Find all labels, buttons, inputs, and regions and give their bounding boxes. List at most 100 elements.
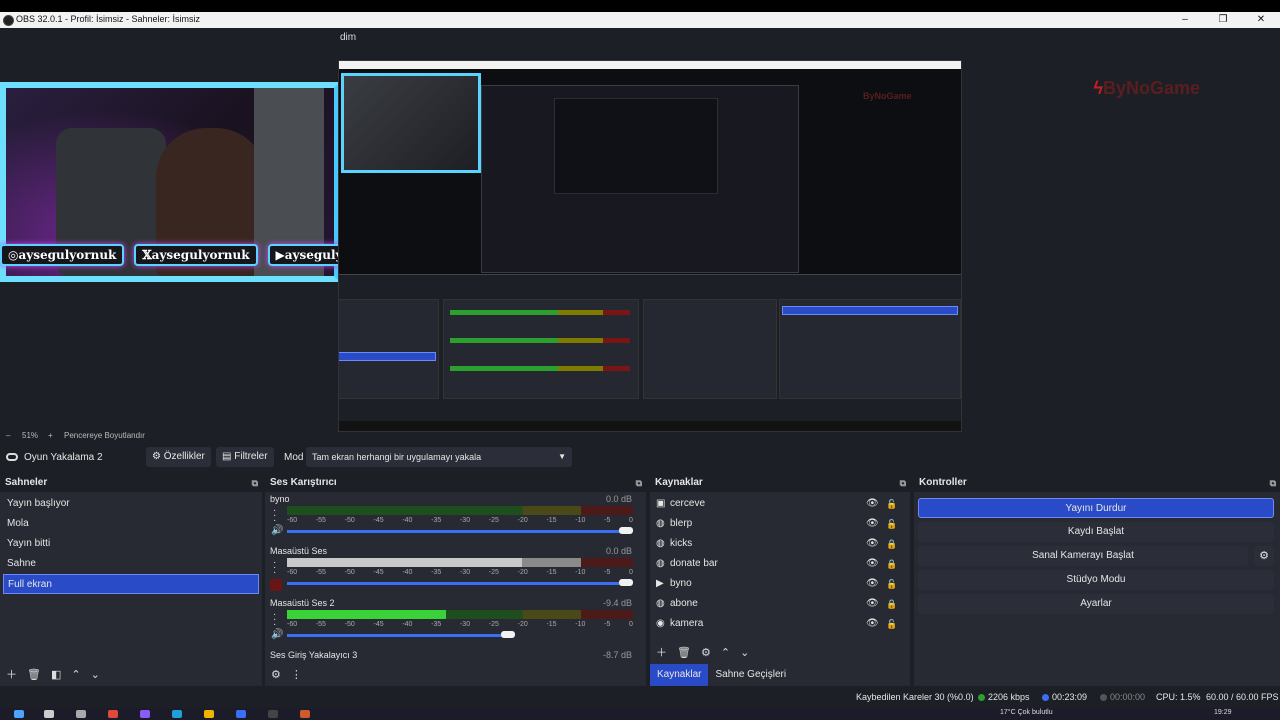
eye-icon[interactable]: 👁 [866, 574, 879, 594]
source-item[interactable]: ▶ byno 👁 🔓 [650, 574, 910, 594]
unlock-icon[interactable]: 🔓 [886, 514, 897, 534]
filters-button[interactable]: ▤ Filtreler [216, 447, 274, 467]
undock-icon[interactable]: ⧉ [252, 474, 258, 492]
settings-button[interactable]: Ayarlar [918, 594, 1274, 614]
channel-db: -8.7 dB [602, 650, 632, 660]
program-preview[interactable]: ◎aysegulyornuk 𝕏aysegulyornuk ▶aysegulyo… [0, 48, 1280, 432]
move-down-icon[interactable]: ⌄ [91, 668, 100, 681]
speaker-icon[interactable]: 🔊 [271, 629, 283, 640]
start-virtual-camera-button[interactable]: Sanal Kamerayı Başlat [918, 546, 1248, 566]
move-up-icon[interactable]: ⌃ [71, 668, 80, 681]
stop-stream-button[interactable]: Yayını Durdur [918, 498, 1274, 518]
unlock-icon[interactable]: 🔓 [886, 494, 897, 514]
source-label: byno [670, 578, 692, 589]
muted-speaker-icon[interactable] [270, 579, 282, 591]
unlock-icon[interactable]: 🔓 [886, 614, 897, 634]
eye-icon[interactable]: 👁 [866, 614, 879, 634]
filter-icon[interactable]: ◧ [51, 668, 61, 681]
minimize-button[interactable]: – [1166, 12, 1204, 28]
eye-icon[interactable]: 👁 [866, 534, 879, 554]
menu-bar: dim [0, 28, 1280, 48]
move-up-icon[interactable]: ⌃ [721, 646, 730, 659]
source-item[interactable]: ◍ blerp 👁 🔓 [650, 514, 910, 534]
nested-controls [779, 299, 961, 399]
scene-item[interactable]: Yayın bitti [0, 534, 262, 554]
volume-slider-handle[interactable] [619, 527, 633, 534]
obs-taskbar-icon[interactable] [268, 710, 278, 718]
eye-icon[interactable]: 👁 [866, 554, 879, 574]
menu-help-remnant[interactable]: dim [340, 32, 356, 43]
clock[interactable]: 19:29 [1214, 709, 1232, 716]
undock-icon[interactable]: ⧉ [900, 474, 906, 492]
lock-icon[interactable]: 🔒 [886, 594, 897, 614]
trash-icon[interactable]: 🗑 [677, 646, 691, 659]
scale-tick: -5 [604, 569, 611, 576]
volume-slider[interactable] [287, 634, 507, 637]
youtube-icon: ▶ [275, 248, 285, 262]
virtual-camera-settings-icon[interactable]: ⚙ [1254, 546, 1274, 566]
channel-name: Masaüstü Ses 2 [270, 598, 335, 608]
source-item[interactable]: ◉ kamera 👁 🔓 [650, 614, 910, 634]
gear-icon[interactable]: ⚙ [701, 646, 711, 659]
more-options-icon[interactable]: ⋮ [291, 668, 302, 681]
add-icon[interactable]: ＋ [6, 666, 17, 682]
studio-mode-button[interactable]: Stüdyo Modu [918, 570, 1274, 590]
store-icon[interactable] [236, 710, 246, 718]
volume-slider-handle[interactable] [501, 631, 515, 638]
channel-menu-icon[interactable]: · · · [273, 610, 276, 630]
chrome-icon[interactable] [108, 710, 118, 718]
tab-sources[interactable]: Kaynaklar [650, 664, 709, 686]
volume-meter-level [287, 610, 446, 619]
source-item[interactable]: ◍ donate bar 👁 🔒 [650, 554, 910, 574]
eye-icon[interactable]: 👁 [866, 514, 879, 534]
volume-slider-handle[interactable] [619, 579, 633, 586]
volume-slider[interactable] [287, 582, 625, 585]
unlock-icon[interactable]: 🔓 [886, 574, 897, 594]
scene-item-selected[interactable]: Full ekran [3, 574, 259, 594]
zoom-in-button[interactable]: + [48, 431, 53, 440]
maximize-button[interactable]: ❐ [1204, 12, 1242, 28]
volume-slider[interactable] [287, 530, 625, 533]
nested-brand-logo: ByNoGame [863, 91, 912, 101]
weather-widget[interactable]: 17°C Çok bulutlu [1000, 709, 1053, 716]
add-icon[interactable]: ＋ [656, 644, 667, 660]
start-recording-button[interactable]: Kaydı Başlat [918, 522, 1274, 542]
trash-icon[interactable]: 🗑 [27, 668, 41, 681]
channel-menu-icon[interactable]: · · · [273, 506, 276, 526]
bolt-icon: ϟ [1093, 78, 1103, 98]
tab-scene-transitions[interactable]: Sahne Geçişleri [708, 664, 793, 686]
app-icon[interactable] [300, 710, 310, 718]
fit-to-window[interactable]: Pencereye Boyutlandır [64, 431, 145, 440]
move-down-icon[interactable]: ⌄ [740, 646, 749, 659]
source-item[interactable]: ◍ kicks 👁 🔒 [650, 534, 910, 554]
speaker-icon[interactable]: 🔊 [271, 525, 283, 536]
source-item[interactable]: ▣ cerceve 👁 🔓 [650, 494, 910, 514]
app-icon[interactable] [140, 710, 150, 718]
close-button[interactable]: ✕ [1242, 12, 1280, 28]
windows-start-icon[interactable] [14, 710, 24, 718]
scene-item[interactable]: Mola [0, 514, 262, 534]
undock-icon[interactable]: ⧉ [1270, 474, 1276, 492]
mixer-settings-icon[interactable]: ⚙ [271, 668, 281, 681]
undock-icon[interactable]: ⧉ [636, 474, 642, 492]
lock-icon[interactable]: 🔒 [886, 534, 897, 554]
scene-item[interactable]: Sahne [0, 554, 262, 574]
task-view-icon[interactable] [76, 710, 86, 718]
edge-icon[interactable] [172, 710, 182, 718]
volume-meter [287, 506, 633, 515]
channel-menu-icon[interactable]: · · · [273, 558, 276, 578]
properties-button[interactable]: ⚙ Özellikler [146, 447, 211, 467]
scene-item[interactable]: Yayın başlıyor [0, 494, 262, 514]
eye-icon[interactable]: 👁 [866, 494, 879, 514]
zoom-out-button[interactable]: – [6, 431, 10, 440]
image-icon: ▣ [656, 498, 666, 509]
source-item[interactable]: ◍ abone 👁 🔒 [650, 594, 910, 614]
search-icon[interactable] [44, 710, 54, 718]
scale-tick: -55 [315, 517, 326, 524]
mode-select[interactable]: Tam ekran herhangi bir uygulamayı yakala… [306, 447, 572, 467]
lock-icon[interactable]: 🔒 [886, 554, 897, 574]
brand-logo: ϟByNoGame [1093, 78, 1200, 98]
browser-icon: ◍ [656, 558, 665, 569]
explorer-icon[interactable] [204, 710, 214, 718]
eye-icon[interactable]: 👁 [866, 594, 879, 614]
